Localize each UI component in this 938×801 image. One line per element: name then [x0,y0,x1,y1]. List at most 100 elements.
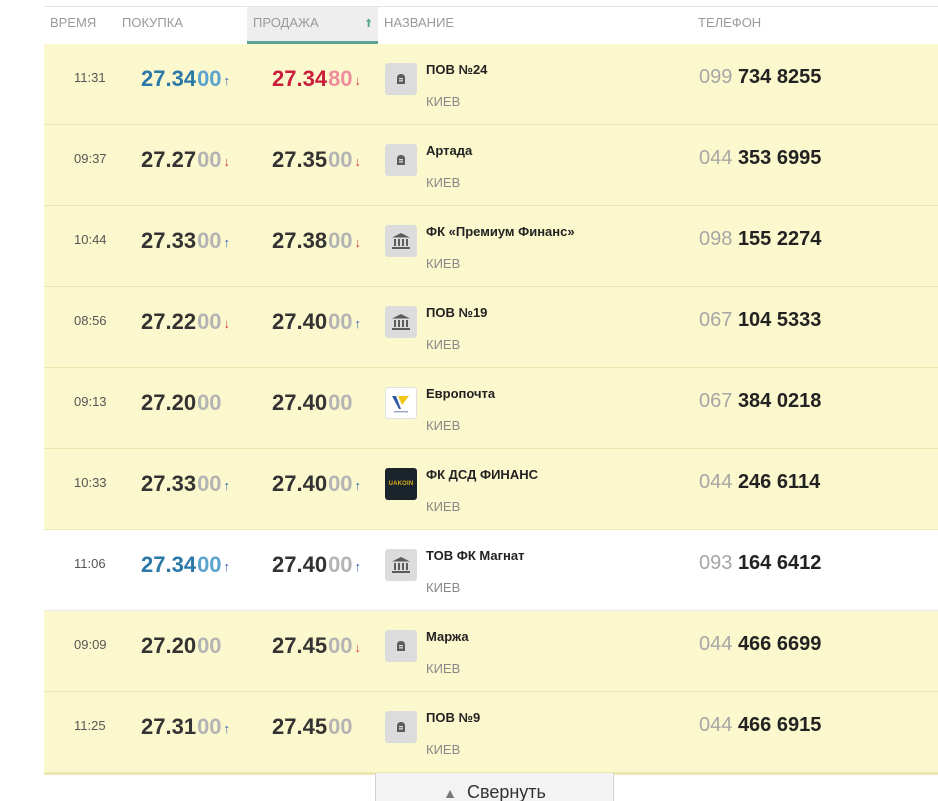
phone-number[interactable]: 044 466 6699 [699,633,821,656]
buy-rate-cents: 00 [197,633,222,658]
exchanger-name[interactable]: Европочта [426,386,495,401]
table-row[interactable]: 09:13 27.2000 27.4000 Европочта КИЕВ 067 384 … [44,368,938,449]
buy-rate: 27.2000 [141,390,222,416]
buy-rate-value: 27.20 [141,633,197,658]
header-sell-label: ПРОДАЖА [253,15,319,30]
buy-rate: 27.3400 ↑ [141,66,230,92]
table-row[interactable]: 09:09 27.2000 27.4500 ↓ Маржа КИЕВ 044 466 669… [44,611,938,692]
arrow-up-icon: ↑ [223,235,231,250]
sell-rate: 27.4000 ↑ [272,309,361,335]
table-row[interactable]: 08:56 27.2200 ↓ 27.4000 ↑ ПОВ №19 КИЕВ 067 104 … [44,287,938,368]
arrow-up-icon: ↑ [223,721,231,736]
phone-number[interactable]: 098 155 2274 [699,228,821,251]
header-phone[interactable]: ТЕЛЕФОН [698,7,761,45]
phone-number[interactable]: 067 104 5333 [699,309,821,332]
sell-rate-value: 27.34 [272,66,328,91]
phone-code: 067 [699,390,733,412]
triangle-up-icon: ▲ [443,785,457,801]
phone-main: 164 6412 [737,552,822,574]
header-buy[interactable]: ПОКУПКА [122,7,183,45]
buy-rate: 27.3300 ↑ [141,228,230,254]
arrow-up-icon: ↑ [223,559,231,574]
phone-code: 044 [699,633,733,655]
phone-number[interactable]: 044 353 6995 [699,147,821,170]
sell-rate: 27.3480 ↓ [272,66,361,92]
table-row[interactable]: 11:31 27.3400 ↑ 27.3480 ↓ ПОВ №24 КИЕВ 099 734 … [44,44,938,125]
header-name[interactable]: НАЗВАНИЕ [384,7,454,45]
row-time: 11:25 [74,718,106,733]
exchanger-city: КИЕВ [426,742,461,757]
exchange-rates-table: ВРЕМЯ ПОКУПКА ПРОДАЖА 🠩 НАЗВАНИЕ ТЕЛЕФОН … [44,6,938,773]
phone-number[interactable]: 044 466 6915 [699,714,821,737]
phone-number[interactable]: 093 164 6412 [699,552,821,575]
dsd-logo-icon: UAKOIN [385,468,417,500]
exchanger-name[interactable]: ФК ДСД ФИНАНС [426,467,538,482]
sell-rate-value: 27.45 [272,714,328,739]
header-time[interactable]: ВРЕМЯ [50,7,96,45]
small-bank-icon [385,63,417,95]
sell-rate: 27.4000 ↑ [272,552,361,578]
table-row[interactable]: 11:06 27.3400 ↑ 27.4000 ↑ ТОВ ФК Магнат КИЕВ 09… [44,530,938,611]
buy-rate-value: 27.22 [141,309,197,334]
phone-main: 734 8255 [737,66,822,88]
sell-rate-value: 27.40 [272,552,328,577]
bank-building-icon [385,306,417,338]
phone-main: 104 5333 [737,309,822,331]
row-time: 11:06 [74,556,106,571]
collapse-button[interactable]: ▲ Свернуть [375,773,614,801]
small-bank-icon [385,630,417,662]
phone-number[interactable]: 099 734 8255 [699,66,821,89]
phone-code: 044 [699,714,733,736]
sell-rate: 27.4000 ↑ [272,471,361,497]
exchanger-name[interactable]: Артада [426,143,472,158]
buy-rate-cents: 00 [197,714,222,739]
buy-rate-value: 27.33 [141,228,197,253]
row-time: 09:13 [74,394,107,409]
buy-rate-value: 27.27 [141,147,197,172]
exchanger-name[interactable]: Маржа [426,629,469,644]
exchanger-city: КИЕВ [426,256,461,271]
phone-code: 044 [699,471,733,493]
buy-rate: 27.2700 ↓ [141,147,230,173]
exchanger-name[interactable]: ПОВ №9 [426,710,480,725]
buy-rate-cents: 00 [197,390,222,415]
sell-rate-value: 27.40 [272,390,328,415]
exchanger-city: КИЕВ [426,337,461,352]
arrow-down-icon: ↓ [354,640,362,655]
sell-rate-cents: 00 [328,228,353,253]
sell-rate: 27.4500 ↓ [272,633,361,659]
table-row[interactable]: 10:33 27.3300 ↑ 27.4000 ↑ UAKOIN ФК ДСД ФИНАНС… [44,449,938,530]
sell-rate: 27.4000 [272,390,353,416]
buy-rate-cents: 00 [197,66,222,91]
buy-rate-value: 27.34 [141,552,197,577]
sell-rate-cents: 00 [328,552,353,577]
sell-rate-cents: 00 [328,633,353,658]
phone-code: 044 [699,147,733,169]
arrow-up-icon: ↑ [354,316,362,331]
buy-rate-cents: 00 [197,309,222,334]
table-row[interactable]: 09:37 27.2700 ↓ 27.3500 ↓ Артада КИЕВ 044 353 6… [44,125,938,206]
table-header: ВРЕМЯ ПОКУПКА ПРОДАЖА 🠩 НАЗВАНИЕ ТЕЛЕФОН [44,6,938,45]
exchanger-name[interactable]: ПОВ №24 [426,62,487,77]
phone-number[interactable]: 044 246 6114 [699,471,820,494]
header-sell[interactable]: ПРОДАЖА 🠩 [247,7,378,45]
sell-rate-cents: 00 [328,309,353,334]
arrow-up-icon: ↑ [223,478,231,493]
sell-rate-cents: 00 [328,147,353,172]
arrow-up-icon: ↑ [354,478,362,493]
phone-main: 246 6114 [737,471,821,493]
buy-rate: 27.2200 ↓ [141,309,230,335]
phone-main: 353 6995 [737,147,822,169]
arrow-up-icon: ↑ [354,559,362,574]
exchanger-name[interactable]: ФК «Премиум Финанс» [426,224,575,239]
exchanger-city: КИЕВ [426,94,461,109]
table-row[interactable]: 11:25 27.3100 ↑ 27.4500 ПОВ №9 КИЕВ 044 466 69… [44,692,938,773]
buy-rate-cents: 00 [197,228,222,253]
exchanger-name[interactable]: ТОВ ФК Магнат [426,548,524,563]
phone-number[interactable]: 067 384 0218 [699,390,821,413]
sell-rate-cents: 00 [328,714,353,739]
arrow-down-icon: ↓ [223,154,231,169]
table-row[interactable]: 10:44 27.3300 ↑ 27.3800 ↓ ФК «Премиум Финанс»… [44,206,938,287]
sell-rate-value: 27.40 [272,471,328,496]
exchanger-name[interactable]: ПОВ №19 [426,305,487,320]
